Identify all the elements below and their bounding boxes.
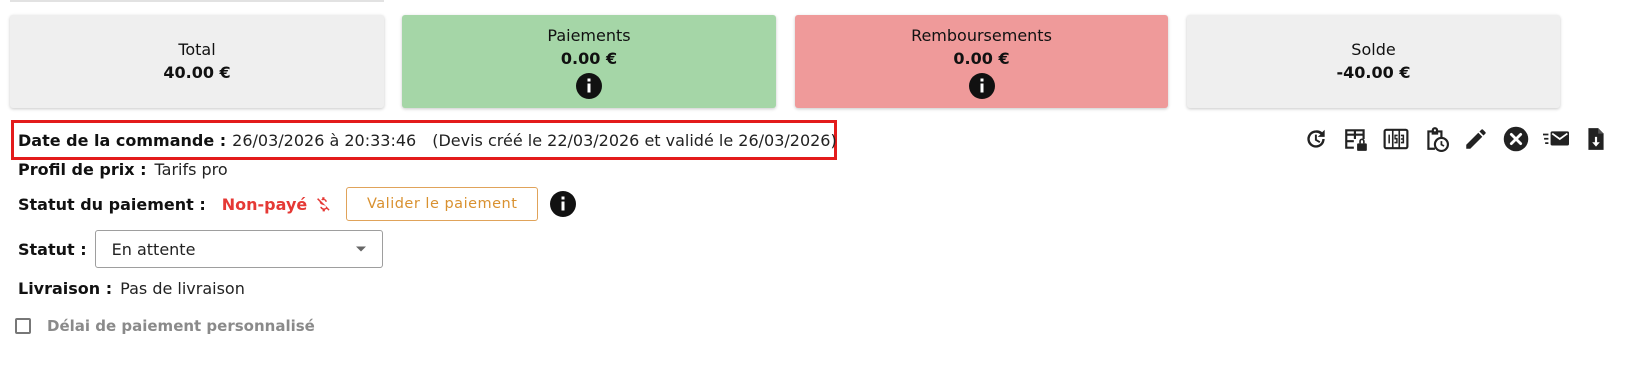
delivery-label: Livraison :	[18, 278, 113, 298]
actions-toolbar	[1301, 124, 1611, 154]
email-fast-icon[interactable]	[1541, 124, 1571, 154]
order-date-value: 26/03/2026 à 20:33:46	[232, 130, 417, 150]
custom-delay-label[interactable]: Délai de paiement personnalisé	[47, 317, 315, 335]
money-off-icon	[314, 195, 332, 213]
status-selected-value: En attente	[111, 239, 196, 259]
divider	[10, 0, 384, 2]
price-profile-label: Profil de prix :	[18, 159, 147, 179]
history-icon[interactable]	[1301, 124, 1331, 154]
total-amount: 40.00 €	[163, 62, 231, 82]
custom-delay-checkbox[interactable]	[15, 318, 31, 334]
payments-card: Paiements 0.00 €	[402, 15, 776, 108]
total-card: Total 40.00 €	[10, 15, 384, 108]
refunds-amount: 0.00 €	[953, 49, 1010, 68]
close-circle-icon[interactable]	[1501, 124, 1531, 154]
balance-amount: -40.00 €	[1336, 62, 1411, 82]
refunds-title: Remboursements	[911, 26, 1052, 45]
price-profile-row: Profil de prix : Tarifs pro	[18, 157, 228, 181]
refunds-card: Remboursements 0.00 €	[795, 15, 1168, 108]
validate-payment-button[interactable]: Valider le paiement	[346, 187, 539, 221]
status-label: Statut :	[18, 239, 87, 259]
price-profile-value: Tarifs pro	[154, 159, 228, 179]
total-title: Total	[178, 39, 216, 59]
delivery-value: Pas de livraison	[120, 278, 245, 298]
dropdown-arrow-icon	[355, 245, 367, 253]
balance-title: Solde	[1351, 39, 1396, 59]
clipboard-clock-icon[interactable]	[1421, 124, 1451, 154]
pencil-icon[interactable]	[1461, 124, 1491, 154]
balance-card: Solde -40.00 €	[1187, 15, 1560, 108]
payment-status-label: Statut du paiement :	[18, 194, 206, 214]
file-download-icon[interactable]	[1581, 124, 1611, 154]
table-lock-icon[interactable]	[1341, 124, 1371, 154]
info-icon[interactable]	[576, 73, 602, 99]
delivery-row: Livraison : Pas de livraison	[18, 276, 245, 300]
payments-amount: 0.00 €	[560, 49, 618, 68]
status-select[interactable]: En attente	[94, 230, 383, 268]
info-icon[interactable]	[968, 73, 995, 99]
info-icon[interactable]	[550, 191, 577, 217]
order-date-row: Date de la commande : 26/03/2026 à 20:33…	[18, 123, 837, 157]
order-date-label: Date de la commande :	[18, 130, 227, 150]
custom-delay-row: Délai de paiement personnalisé	[15, 316, 315, 336]
status-row: Statut : En attente	[18, 230, 383, 268]
payment-status-value: Non-payé	[221, 194, 308, 214]
payment-status-row: Statut du paiement : Non-payé Valider le…	[18, 187, 577, 221]
quote-note: (Devis créé le 22/03/2026 et validé le 2…	[432, 130, 837, 150]
payments-title: Paiements	[547, 26, 631, 45]
numbers-icon[interactable]	[1381, 124, 1411, 154]
